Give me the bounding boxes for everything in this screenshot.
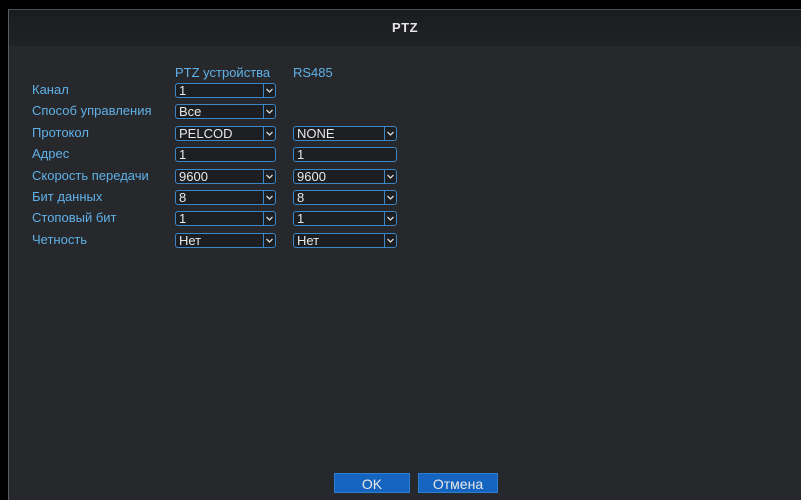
chevron-down-icon[interactable] bbox=[384, 212, 396, 225]
rs485-stop-bit-select[interactable]: 1 bbox=[293, 211, 397, 226]
ptz-dialog: PTZ PTZ устройства RS485 Канал 1 Способ уп… bbox=[8, 9, 801, 500]
ptz-protocol-value: PELCOD bbox=[179, 126, 233, 141]
channel-label: Канал bbox=[32, 82, 69, 97]
title-bar: PTZ bbox=[9, 10, 801, 46]
rs485-protocol-select[interactable]: NONE bbox=[293, 126, 397, 141]
ptz-protocol-select[interactable]: PELCOD bbox=[175, 126, 276, 141]
chevron-down-icon[interactable] bbox=[263, 105, 275, 118]
ptz-stop-bit-value: 1 bbox=[179, 211, 187, 226]
ptz-baud-rate-select[interactable]: 9600 bbox=[175, 169, 276, 184]
ptz-baud-rate-value: 9600 bbox=[179, 169, 208, 184]
ptz-stop-bit-select[interactable]: 1 bbox=[175, 211, 276, 226]
chevron-down-icon[interactable] bbox=[263, 127, 275, 140]
chevron-down-icon[interactable] bbox=[384, 170, 396, 183]
chevron-down-icon[interactable] bbox=[263, 212, 275, 225]
chevron-down-icon[interactable] bbox=[384, 191, 396, 204]
ptz-data-bits-value: 8 bbox=[179, 190, 187, 205]
ptz-channel-select[interactable]: 1 bbox=[175, 83, 276, 98]
rs485-baud-rate-select[interactable]: 9600 bbox=[293, 169, 397, 184]
chevron-down-icon[interactable] bbox=[263, 170, 275, 183]
cancel-button[interactable]: Отмена bbox=[418, 473, 498, 493]
ptz-parity-value: Нет bbox=[179, 233, 202, 248]
chevron-down-icon[interactable] bbox=[384, 127, 396, 140]
ptz-control-mode-value: Все bbox=[179, 104, 202, 119]
baud-rate-label: Скорость передачи bbox=[32, 168, 149, 183]
chevron-down-icon[interactable] bbox=[263, 234, 275, 247]
ok-button[interactable]: OK bbox=[334, 473, 410, 493]
protocol-label: Протокол bbox=[32, 125, 89, 140]
ptz-address-input[interactable]: 1 bbox=[175, 147, 276, 162]
chevron-down-icon[interactable] bbox=[263, 84, 275, 97]
ptz-parity-select[interactable]: Нет bbox=[175, 233, 276, 248]
rs485-address-input[interactable]: 1 bbox=[293, 147, 397, 162]
rs485-parity-select[interactable]: Нет bbox=[293, 233, 397, 248]
stop-bit-label: Стоповый бит bbox=[32, 210, 117, 225]
rs485-protocol-value: NONE bbox=[297, 126, 335, 141]
rs485-baud-rate-value: 9600 bbox=[297, 169, 326, 184]
chevron-down-icon[interactable] bbox=[384, 234, 396, 247]
rs485-stop-bit-value: 1 bbox=[297, 211, 305, 226]
ptz-settings-panel: PTZ устройства RS485 Канал 1 Способ управл… bbox=[9, 46, 801, 500]
rs485-data-bits-value: 8 bbox=[297, 190, 305, 205]
window-title: PTZ bbox=[391, 20, 419, 35]
rs485-data-bits-select[interactable]: 8 bbox=[293, 190, 397, 205]
rs485-parity-value: Нет bbox=[297, 233, 320, 248]
parity-label: Четность bbox=[32, 232, 88, 247]
data-bits-label: Бит данных bbox=[32, 189, 103, 204]
rs485-column-header: RS485 bbox=[293, 65, 333, 80]
ptz-control-mode-select[interactable]: Все bbox=[175, 104, 276, 119]
address-label: Адрес bbox=[32, 146, 70, 161]
chevron-down-icon[interactable] bbox=[263, 191, 275, 204]
control-mode-label: Способ управления bbox=[32, 103, 152, 118]
ptz-channel-value: 1 bbox=[179, 83, 187, 98]
ptz-column-header: PTZ устройства bbox=[175, 65, 271, 80]
ptz-data-bits-select[interactable]: 8 bbox=[175, 190, 276, 205]
